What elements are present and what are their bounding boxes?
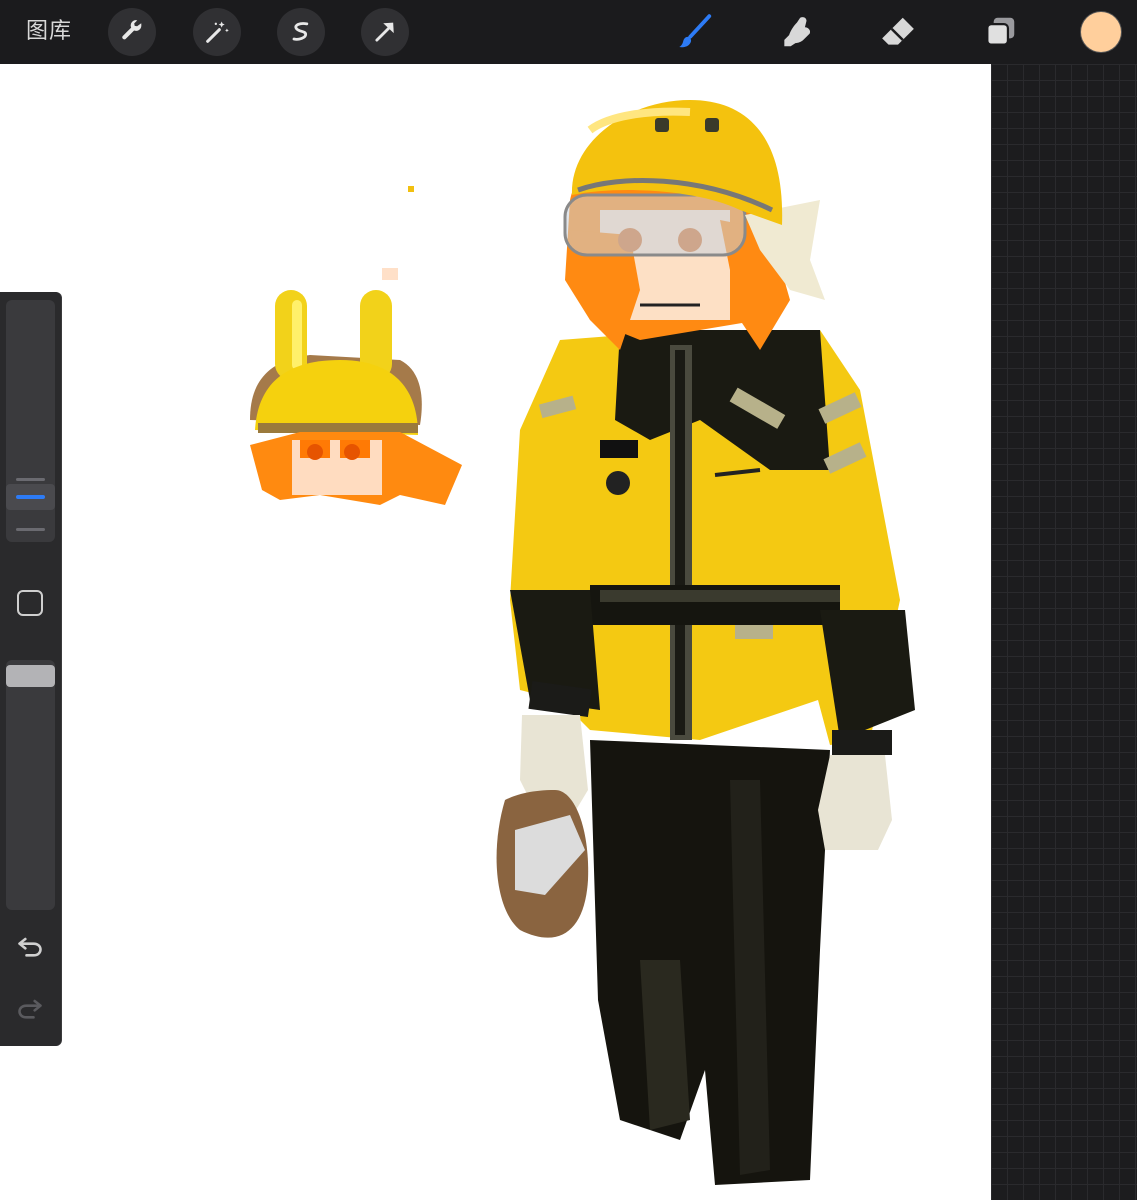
redo-icon[interactable] (16, 994, 44, 1022)
eraser-tool-button[interactable] (876, 10, 920, 54)
smudge-tool-button[interactable] (775, 10, 819, 54)
magic-wand-icon (206, 21, 229, 43)
smudge-finger-icon (784, 17, 811, 47)
selection-s-icon (292, 22, 309, 41)
top-toolbar: 图库 (0, 0, 1137, 64)
transform-button[interactable] (361, 8, 409, 56)
brush-opacity-slider[interactable] (6, 660, 55, 910)
artwork-illustration (250, 100, 915, 1185)
arrow-cursor-icon (375, 22, 394, 42)
wrench-icon (122, 20, 142, 40)
undo-icon[interactable] (16, 932, 44, 960)
actions-button[interactable] (108, 8, 156, 56)
selection-button[interactable] (277, 8, 325, 56)
adjustments-button[interactable] (193, 8, 241, 56)
drawing-canvas[interactable] (0, 64, 991, 1200)
size-slider-tick (16, 478, 45, 481)
gallery-button[interactable]: 图库 (26, 14, 72, 50)
brush-opacity-thumb[interactable] (6, 665, 55, 687)
canvas-background-grid (991, 64, 1137, 1200)
layers-button[interactable] (978, 10, 1022, 54)
size-thumb-indicator (16, 495, 45, 499)
eraser-icon (882, 17, 914, 45)
brush-tool-button[interactable] (673, 10, 717, 54)
color-picker-swatch[interactable] (1081, 12, 1121, 52)
size-slider-tick (16, 528, 45, 531)
modify-square-icon[interactable] (17, 590, 43, 616)
brush-size-slider[interactable] (6, 300, 55, 542)
brush-size-thumb[interactable] (6, 484, 55, 510)
brush-sidebar (0, 292, 61, 1046)
worker-character (496, 100, 915, 1185)
brush-icon (679, 14, 712, 48)
rabbit-hat-doodle (250, 186, 462, 505)
layers-icon (986, 17, 1015, 46)
